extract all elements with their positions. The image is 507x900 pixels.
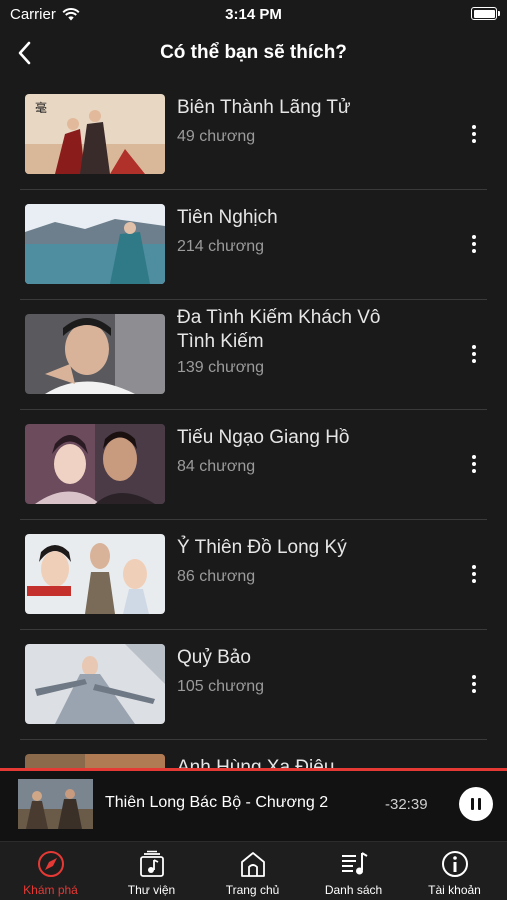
tab-label: Thư viện (127, 883, 176, 897)
compass-icon (38, 851, 64, 877)
story-title: Ỷ Thiên Đồ Long Ký (177, 537, 347, 558)
chapter-count: 86 chương (177, 568, 256, 585)
more-options-button[interactable] (460, 119, 488, 149)
tab-trang-chu[interactable]: Trang chủ (202, 842, 303, 900)
more-options-button[interactable] (460, 559, 488, 589)
chapter-count: 84 chương (177, 458, 256, 475)
more-options-button[interactable] (460, 339, 488, 369)
library-icon (140, 850, 164, 877)
tab-kham-pha[interactable]: Khám phá (0, 842, 101, 900)
list-item[interactable]: Anh Hùng Xạ Điêu (0, 740, 507, 768)
remaining-time: -32:39 (385, 796, 428, 813)
chapter-count: 214 chương (177, 238, 265, 255)
nav-bar: Có thể bạn sẽ thích? (0, 30, 507, 76)
page-title: Có thể bạn sẽ thích? (160, 42, 347, 63)
cover-image (25, 204, 165, 284)
now-playing-title: Thiên Long Bác Bộ - Chương 2 (105, 794, 329, 811)
chapter-count: 49 chương (177, 128, 256, 145)
cover-image (25, 424, 165, 504)
status-bar: Carrier 3:14 PM (0, 0, 507, 30)
tab-label: Trang chủ (225, 883, 280, 897)
cover-image: 毫 (25, 94, 165, 174)
more-options-button[interactable] (460, 669, 488, 699)
chapter-count: 105 chương (177, 678, 265, 695)
mini-player[interactable]: Thiên Long Bác Bộ - Chương 2 -32:39 (0, 771, 507, 841)
tab-label: Tài khoản (428, 883, 481, 897)
info-icon (442, 851, 468, 877)
status-time: 3:14 PM (225, 6, 282, 23)
tab-bar: Khám phá Thư viện Trang chủ Danh sách Tà… (0, 841, 507, 900)
tab-label: Danh sách (324, 883, 383, 897)
now-playing-cover (18, 779, 93, 829)
list-item[interactable]: Ỷ Thiên Đồ Long Ký 86 chương (0, 520, 507, 630)
story-title: Quỷ Bảo (177, 647, 251, 668)
list-item[interactable]: Tiên Nghịch 214 chương (0, 190, 507, 300)
story-title: Anh Hùng Xạ Điêu (177, 757, 335, 768)
story-title: Tiếu Ngạo Giang Hồ (177, 427, 350, 448)
playlist-icon (342, 852, 368, 875)
list-item[interactable]: 毫 Biên Thành Lãng Tử 49 chương (0, 80, 507, 190)
more-options-button[interactable] (460, 449, 488, 479)
pause-button[interactable] (459, 787, 493, 821)
tab-danh-sach[interactable]: Danh sách (303, 842, 404, 900)
story-list: 毫 Biên Thành Lãng Tử 49 chương Tiên Nghị… (0, 80, 507, 768)
home-icon (241, 852, 265, 877)
story-title: Đa Tình Kiếm Khách Vô Tình Kiếm (177, 307, 381, 352)
cover-image (25, 534, 165, 614)
more-options-button[interactable] (460, 229, 488, 259)
list-item[interactable]: Tiếu Ngạo Giang Hồ 84 chương (0, 410, 507, 520)
list-item[interactable]: Đa Tình Kiếm Khách Vô Tình Kiếm 139 chươ… (0, 300, 507, 410)
story-title: Biên Thành Lãng Tử (177, 97, 351, 118)
tab-label: Khám phá (23, 883, 78, 897)
cover-image (25, 644, 165, 724)
tab-tai-khoan[interactable]: Tài khoản (404, 842, 505, 900)
cover-image (25, 314, 165, 394)
svg-text:毫: 毫 (35, 100, 47, 115)
tab-thu-vien[interactable]: Thư viện (101, 842, 202, 900)
battery-icon (471, 7, 500, 20)
cover-image (25, 754, 165, 768)
story-title: Tiên Nghịch (177, 207, 278, 228)
list-item[interactable]: Quỷ Bảo 105 chương (0, 630, 507, 740)
chapter-count: 139 chương (177, 359, 265, 376)
